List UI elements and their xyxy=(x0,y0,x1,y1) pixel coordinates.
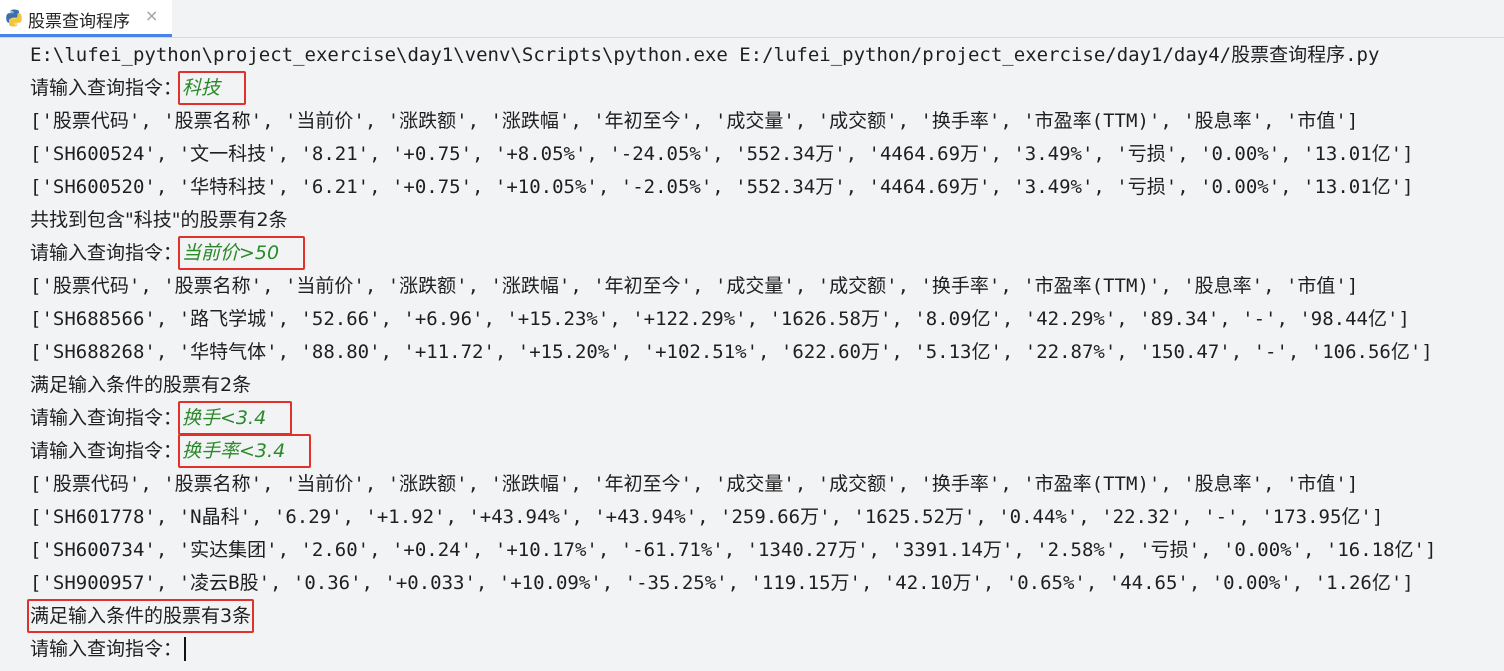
console-output-line: ['SH600734', '实达集团', '2.60', '+0.24', '+… xyxy=(30,539,1437,561)
console-output-line: ['股票代码', '股票名称', '当前价', '涨跌额', '涨跌幅', '年… xyxy=(30,110,1359,132)
prompt-label: 请输入查询指令： xyxy=(30,440,183,462)
console-output-line: ['SH688268', '华特气体', '88.80', '+11.72', … xyxy=(30,341,1433,363)
prompt-label: 请输入查询指令： xyxy=(30,77,183,99)
console-prompt-line: 请输入查询指令：换手<3.4 xyxy=(30,403,266,433)
prompt-label: 请输入查询指令： xyxy=(30,638,183,660)
ide-run-window: 股票查询程序 × E:\lufei_python\project_exercis… xyxy=(0,0,1504,671)
user-input-text: 换手<3.4 xyxy=(182,407,267,429)
console-output-line: ['SH600520', '华特科技', '6.21', '+0.75', '+… xyxy=(30,176,1414,198)
user-input-text: 换手率<3.4 xyxy=(182,440,286,462)
console-output-line: ['SH601778', 'N晶科', '6.29', '+1.92', '+4… xyxy=(30,506,1384,528)
prompt-label: 请输入查询指令： xyxy=(30,242,183,264)
console-output-line: ['股票代码', '股票名称', '当前价', '涨跌额', '涨跌幅', '年… xyxy=(30,275,1359,297)
prompt-label: 请输入查询指令： xyxy=(30,407,183,429)
console-output-line: ['股票代码', '股票名称', '当前价', '涨跌额', '涨跌幅', '年… xyxy=(30,473,1359,495)
run-tab-bar: 股票查询程序 × xyxy=(0,0,1504,38)
console-output-line: 满足输入条件的股票有2条 xyxy=(30,374,252,396)
console-output-line: ['SH688566', '路飞学城', '52.66', '+6.96', '… xyxy=(30,308,1410,330)
user-input-text: 当前价>50 xyxy=(182,242,280,264)
tab-stock-query-program[interactable]: 股票查询程序 × xyxy=(0,0,172,37)
console-output[interactable]: E:\lufei_python\project_exercise\day1\ve… xyxy=(0,38,1504,671)
console-output-line: ['SH600524', '文一科技', '8.21', '+0.75', '+… xyxy=(30,143,1414,165)
console-output-line: E:\lufei_python\project_exercise\day1\ve… xyxy=(30,44,1380,66)
console-prompt-line: 请输入查询指令：当前价>50 xyxy=(30,238,279,268)
console-prompt-line: 请输入查询指令：换手率<3.4 xyxy=(30,436,285,466)
user-input-text: 科技 xyxy=(182,77,221,99)
console-output-line: 满足输入条件的股票有3条 xyxy=(30,605,252,627)
console-output-line: ['SH900957', '凌云B股', '0.36', '+0.033', '… xyxy=(30,572,1414,594)
tab-title: 股票查询程序 xyxy=(28,12,130,32)
text-caret xyxy=(184,637,186,661)
console-output-line: 共找到包含"科技"的股票有2条 xyxy=(30,209,288,231)
console-prompt-line: 请输入查询指令： xyxy=(30,634,182,664)
python-icon xyxy=(6,9,22,27)
close-icon[interactable]: × xyxy=(145,6,158,25)
console-prompt-line: 请输入查询指令：科技 xyxy=(30,73,220,103)
